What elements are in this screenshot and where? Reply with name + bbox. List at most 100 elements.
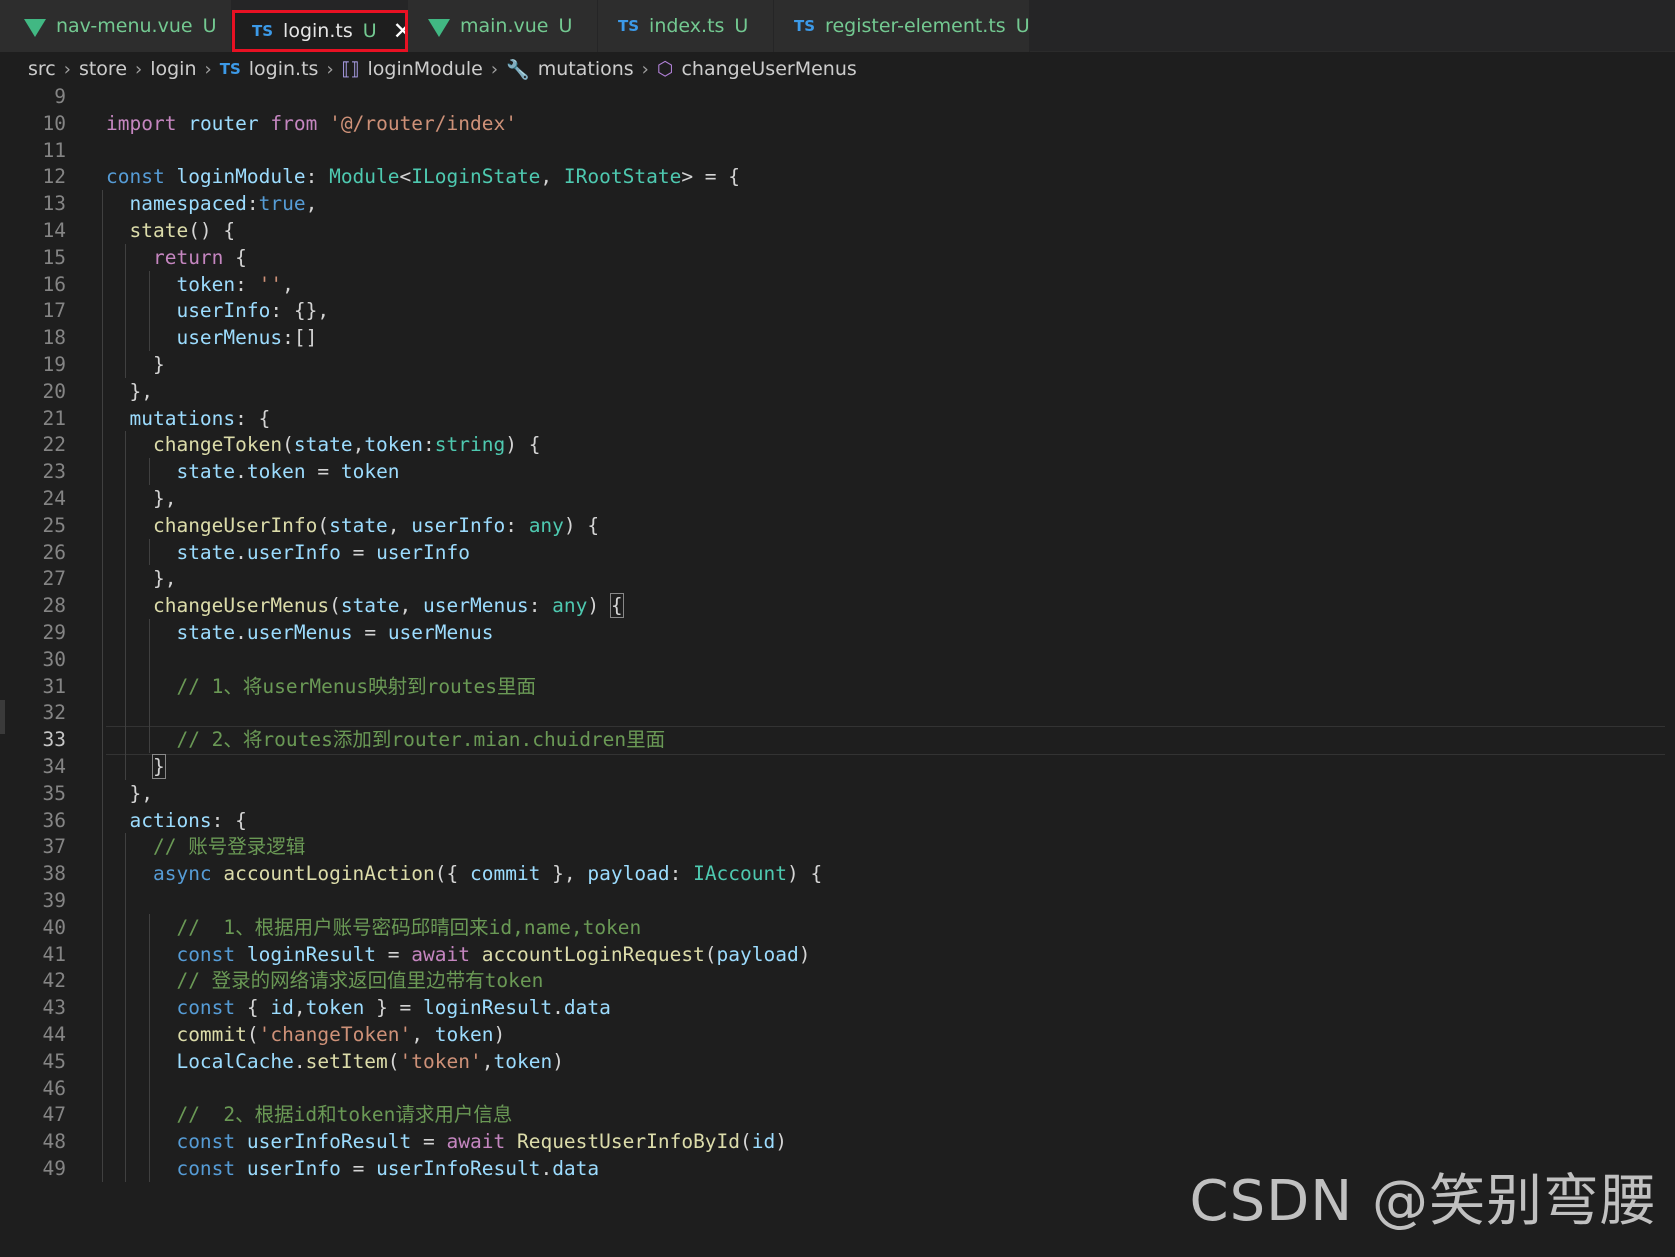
tab-label: nav-menu.vue: [56, 15, 193, 37]
code-line[interactable]: 17 userInfo: {},: [0, 297, 1675, 326]
code-token: loginResult: [423, 996, 553, 1020]
indent-guide: [125, 1047, 127, 1075]
indent-guide: [148, 645, 150, 673]
indent-guide: [148, 1074, 150, 1102]
code-line[interactable]: 46: [0, 1075, 1675, 1104]
code-token: .: [293, 1049, 306, 1073]
indent-guide: [102, 940, 103, 968]
code-line[interactable]: 47 // 2、根据id和token请求用户信息: [0, 1101, 1675, 1130]
watermark: CSDN @笑别弯腰: [1189, 1169, 1657, 1234]
breadcrumb-item-changeusermenus[interactable]: changeUserMenus: [681, 58, 856, 80]
code-line[interactable]: 21 mutations: {: [0, 405, 1675, 434]
tab-login-ts[interactable]: TS login.ts U ✕: [232, 10, 413, 52]
code-token: const: [106, 165, 165, 189]
code-line[interactable]: 38 async accountLoginAction({ commit }, …: [0, 860, 1675, 889]
code-line[interactable]: 12 const loginModule: Module<ILoginState,…: [0, 163, 1675, 192]
code-line[interactable]: 33 // 2、将routes添加到router.mian.chuidren里面: [0, 726, 1675, 755]
indent-guide: [148, 270, 150, 298]
line-code: // 1、根据用户账号密码邱晴回来id,name,token: [106, 914, 641, 943]
code-line[interactable]: 11: [0, 137, 1675, 166]
code-line[interactable]: 44 commit('changeToken', token): [0, 1021, 1675, 1050]
code-line[interactable]: 28 changeUserMenus(state, userMenus: any…: [0, 592, 1675, 621]
indent-guide: [148, 538, 150, 566]
code-line[interactable]: 37 // 账号登录逻辑: [0, 833, 1675, 862]
indent-guide: [102, 404, 103, 432]
tab-main-vue[interactable]: main.vue U: [408, 0, 598, 52]
code-line[interactable]: 48 const userInfoResult = await RequestU…: [0, 1128, 1675, 1157]
code-line[interactable]: 13 namespaced:true,: [0, 190, 1675, 219]
code-line[interactable]: 29 state.userMenus = userMenus: [0, 619, 1675, 648]
code-line[interactable]: 30: [0, 646, 1675, 675]
code-line[interactable]: 32: [0, 699, 1675, 728]
tab-register-element-ts[interactable]: TS register-element.ts U: [774, 0, 1030, 52]
code-line[interactable]: 24 },: [0, 485, 1675, 514]
code-line[interactable]: 9: [0, 88, 1675, 112]
code-line[interactable]: 16 token: '',: [0, 271, 1675, 300]
breadcrumb-item-login[interactable]: login: [150, 58, 196, 80]
tab-nav-menu-vue[interactable]: nav-menu.vue U: [0, 0, 232, 52]
line-code: return {: [106, 244, 247, 273]
tab-label: login.ts: [283, 20, 353, 42]
breadcrumb-item-mutations[interactable]: mutations: [538, 58, 634, 80]
code-line[interactable]: 40 // 1、根据用户账号密码邱晴回来id,name,token: [0, 914, 1675, 943]
code-line[interactable]: 43 const { id,token } = loginResult.data: [0, 994, 1675, 1023]
code-line[interactable]: 18 userMenus:[]: [0, 324, 1675, 353]
breadcrumb-item-loginmodule[interactable]: loginModule: [367, 58, 482, 80]
code-line[interactable]: 15 return {: [0, 244, 1675, 273]
code-line[interactable]: 19 }: [0, 351, 1675, 380]
code-token: .: [235, 460, 247, 484]
code-editor[interactable]: 9 10 import router from '@/router/index' 11…: [0, 88, 1675, 1257]
code-line[interactable]: 20 },: [0, 378, 1675, 407]
code-token: changeUserMenus: [152, 594, 330, 618]
line-number: 48: [42, 1130, 66, 1154]
code-line[interactable]: 41 const loginResult = await accountLogi…: [0, 941, 1675, 970]
code-line[interactable]: 39: [0, 887, 1675, 916]
code-line[interactable]: 36 actions: {: [0, 807, 1675, 836]
code-token: .: [552, 996, 564, 1020]
line-code: LocalCache.setItem('token',token): [106, 1048, 563, 1077]
line-number: 41: [42, 942, 66, 966]
code-line[interactable]: 10 import router from '@/router/index': [0, 110, 1675, 139]
indent-guide: [148, 1128, 150, 1155]
code-token: },: [106, 487, 177, 510]
indent-guide: [148, 297, 150, 325]
code-line[interactable]: 22 changeToken(state,token:string) {: [0, 431, 1675, 460]
code-token: :[]: [282, 326, 318, 350]
code-line[interactable]: 23 state.token = token: [0, 458, 1675, 487]
line-number: 24: [42, 487, 66, 510]
breadcrumb-item-store[interactable]: store: [79, 58, 127, 80]
indent-guide: [102, 538, 103, 566]
code-line[interactable]: 34 }: [0, 753, 1675, 782]
breadcrumb-item-src[interactable]: src: [28, 58, 56, 80]
code-line[interactable]: 26 state.userInfo = userInfo: [0, 539, 1675, 568]
breadcrumb-item-login-ts[interactable]: login.ts: [249, 58, 319, 80]
code-token: token: [340, 460, 400, 484]
tab-index-ts[interactable]: TS index.ts U: [598, 0, 774, 52]
code-token: =: [340, 540, 377, 564]
code-token: actions: [129, 808, 212, 832]
indent-guide: [102, 726, 103, 753]
chevron-right-icon: ›: [490, 58, 499, 80]
code-token: userMenus: [246, 621, 353, 644]
code-token: any: [552, 594, 588, 618]
code-line[interactable]: 27 },: [0, 565, 1675, 594]
line-number: 9: [54, 88, 66, 108]
code-line[interactable]: 25 changeUserInfo(state, userInfo: any) …: [0, 512, 1675, 541]
code-line[interactable]: 14 state() {: [0, 217, 1675, 246]
line-code: token: '',: [106, 271, 293, 300]
code-line[interactable]: 35 },: [0, 780, 1675, 809]
code-token: :: [505, 513, 529, 537]
code-line[interactable]: 31 // 1、将userMenus映射到routes里面: [0, 673, 1675, 702]
code-line[interactable]: 45 LocalCache.setItem('token',token): [0, 1048, 1675, 1077]
indent-guide: [102, 699, 103, 727]
code-token: {: [223, 245, 247, 269]
line-number: 31: [42, 674, 66, 698]
line-code: import router from '@/router/index': [106, 110, 517, 139]
code-line[interactable]: 42 // 登录的网络请求返回值里边带有token: [0, 967, 1675, 996]
